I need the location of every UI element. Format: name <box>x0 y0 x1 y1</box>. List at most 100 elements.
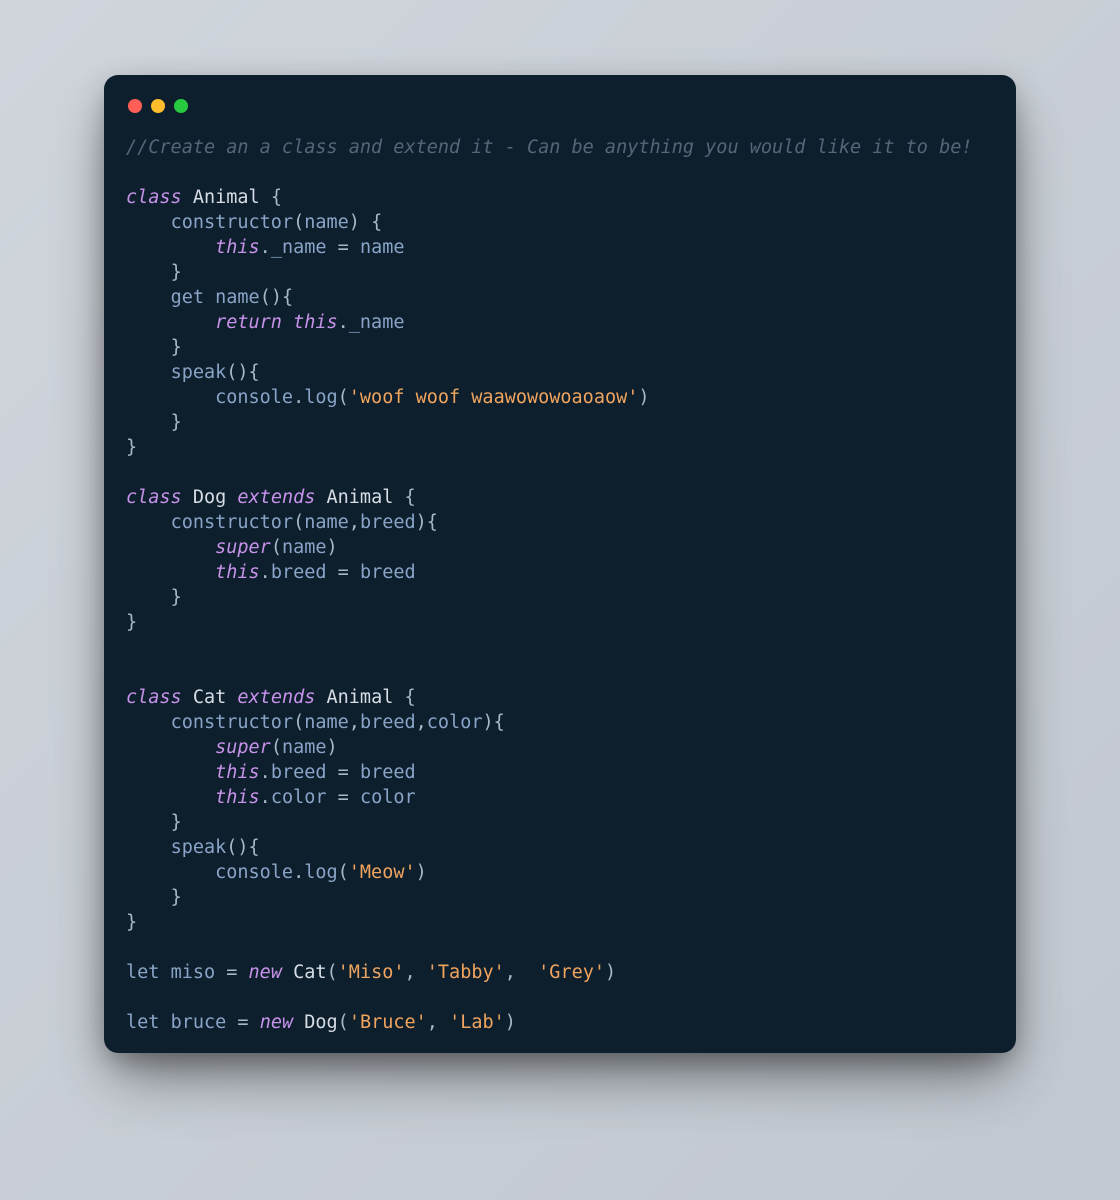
paren-open: ( <box>293 512 304 533</box>
prop-breed: breed <box>271 562 327 583</box>
space <box>360 212 371 233</box>
class-name-animal: Animal <box>193 187 260 208</box>
string-lab: 'Lab' <box>449 1012 505 1033</box>
param-breed: breed <box>360 712 416 733</box>
prop-color: color <box>271 787 327 808</box>
var-bruce: bruce <box>171 1012 227 1033</box>
paren-close: ) <box>482 712 493 733</box>
space <box>226 487 237 508</box>
keyword-let: let <box>126 962 159 983</box>
param-color: color <box>427 712 483 733</box>
class-name-cat: Cat <box>293 962 326 983</box>
keyword-this: this <box>215 237 260 258</box>
paren-close: ) <box>327 537 338 558</box>
param-breed: breed <box>360 512 416 533</box>
ident-breed: breed <box>360 562 416 583</box>
space <box>315 487 326 508</box>
space <box>282 312 293 333</box>
paren-close: ) <box>416 862 427 883</box>
keyword-return: return <box>215 312 282 333</box>
comma: , <box>416 712 427 733</box>
brace-open: { <box>249 837 260 858</box>
maximize-icon[interactable] <box>174 99 188 113</box>
space <box>159 1012 170 1033</box>
string-miso: 'Miso' <box>338 962 405 983</box>
paren-open: ( <box>226 362 237 383</box>
dot: . <box>260 787 271 808</box>
brace-open: { <box>427 512 438 533</box>
paren-open: ( <box>338 862 349 883</box>
class-name-animal: Animal <box>327 687 394 708</box>
string-bruce: 'Bruce' <box>349 1012 427 1033</box>
ident-breed: breed <box>360 762 416 783</box>
comma: , <box>505 962 538 983</box>
paren-close: ) <box>271 287 282 308</box>
space <box>226 687 237 708</box>
ident-log: log <box>304 862 337 883</box>
brace-open: { <box>271 187 282 208</box>
keyword-super: super <box>215 737 271 758</box>
ident-name: name <box>282 737 327 758</box>
keyword-this: this <box>215 562 260 583</box>
paren-open: ( <box>338 1012 349 1033</box>
brace-open: { <box>371 212 382 233</box>
space <box>182 187 193 208</box>
method-speak: speak <box>171 362 227 383</box>
prop-_name: _name <box>349 312 405 333</box>
comma: , <box>349 712 360 733</box>
method-constructor: constructor <box>171 512 294 533</box>
space <box>393 687 404 708</box>
paren-close: ) <box>605 962 616 983</box>
brace-close: } <box>126 612 137 633</box>
ident-name: name <box>360 237 405 258</box>
param-name: name <box>304 712 349 733</box>
brace-open: { <box>282 287 293 308</box>
brace-close: } <box>126 912 137 933</box>
equals: = <box>215 962 248 983</box>
close-icon[interactable] <box>128 99 142 113</box>
getter-name: name <box>215 287 260 308</box>
minimize-icon[interactable] <box>151 99 165 113</box>
prop-_name: _name <box>271 237 327 258</box>
keyword-get: get <box>171 287 204 308</box>
method-constructor: constructor <box>171 712 294 733</box>
ident-console: console <box>215 387 293 408</box>
equals: = <box>327 787 360 808</box>
paren-open: ( <box>226 837 237 858</box>
brace-close: } <box>171 812 182 833</box>
equals: = <box>327 762 360 783</box>
brace-open: { <box>404 687 415 708</box>
equals: = <box>327 562 360 583</box>
paren-close: ) <box>237 362 248 383</box>
string-tabby: 'Tabby' <box>427 962 505 983</box>
ident-color: color <box>360 787 416 808</box>
string-meow: 'Meow' <box>349 862 416 883</box>
ident-log: log <box>304 387 337 408</box>
ident-name: name <box>282 537 327 558</box>
comma: , <box>349 512 360 533</box>
paren-open: ( <box>271 737 282 758</box>
space <box>282 962 293 983</box>
paren-close: ) <box>349 212 360 233</box>
space <box>182 687 193 708</box>
brace-open: { <box>249 362 260 383</box>
code-window: //Create an a class and extend it - Can … <box>104 75 1016 1053</box>
var-miso: miso <box>171 962 216 983</box>
prop-breed: breed <box>271 762 327 783</box>
dot: . <box>293 387 304 408</box>
paren-close: ) <box>237 837 248 858</box>
string-woof: 'woof woof waawowowoaoaow' <box>349 387 639 408</box>
paren-open: ( <box>327 962 338 983</box>
brace-open: { <box>404 487 415 508</box>
dot: . <box>338 312 349 333</box>
brace-close: } <box>171 887 182 908</box>
paren-open: ( <box>293 212 304 233</box>
param-name: name <box>304 212 349 233</box>
class-name-dog: Dog <box>193 487 226 508</box>
paren-close: ) <box>416 512 427 533</box>
comma: , <box>427 1012 449 1033</box>
equals: = <box>327 237 360 258</box>
class-name-animal: Animal <box>327 487 394 508</box>
method-speak: speak <box>171 837 227 858</box>
window-controls <box>126 97 994 135</box>
